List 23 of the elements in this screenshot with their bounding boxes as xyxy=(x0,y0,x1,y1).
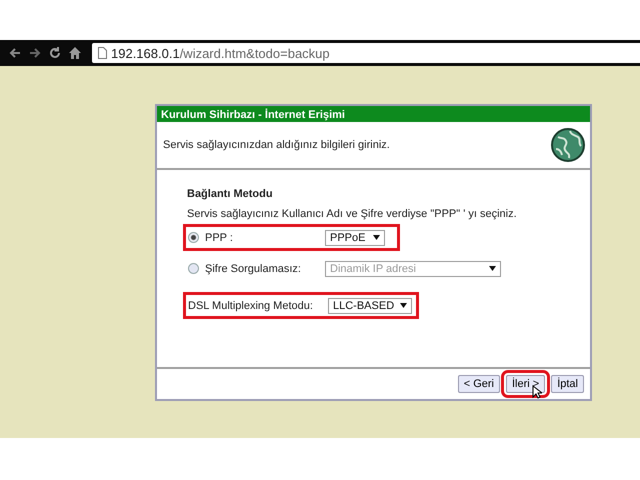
page-icon xyxy=(98,47,107,59)
hint-text: Servis sağlayıcınız Kullanıcı Adı ve Şifre verdiyse "PPP" ' yı seçiniz. xyxy=(187,208,518,220)
wizard-button[interactable]: İptal xyxy=(551,375,584,393)
radio-button[interactable] xyxy=(188,232,199,243)
section-title: Bağlantı Metodu xyxy=(187,188,274,200)
home-icon[interactable] xyxy=(68,46,82,60)
dropdown[interactable]: LLC-BASED xyxy=(328,298,412,314)
wizard-title: Kurulum Sihirbazı - İnternet Erişimi xyxy=(157,106,590,122)
caret-icon xyxy=(400,303,407,308)
back-icon[interactable] xyxy=(8,46,22,60)
address-bar[interactable]: 192.168.0.1/wizard.htm&todo=backup xyxy=(92,43,640,63)
caret-icon xyxy=(489,266,496,271)
intro-text: Servis sağlayıcınızdan aldığınız bilgileri giriniz. xyxy=(163,139,390,151)
multiplexing-label: DSL Multiplexing Metodu: xyxy=(188,300,314,312)
wizard-button[interactable]: < Geri xyxy=(458,375,500,393)
url-text: 192.168.0.1/wizard.htm&todo=backup xyxy=(111,46,330,60)
dropdown[interactable]: PPPoE xyxy=(325,230,385,246)
option-label: Şifre Sorgulamasız: xyxy=(205,262,302,274)
forward-icon[interactable] xyxy=(28,46,42,60)
caret-icon xyxy=(373,235,380,240)
globe-icon xyxy=(550,127,586,163)
option-label: PPP : xyxy=(205,232,234,244)
reload-icon[interactable] xyxy=(48,46,62,60)
